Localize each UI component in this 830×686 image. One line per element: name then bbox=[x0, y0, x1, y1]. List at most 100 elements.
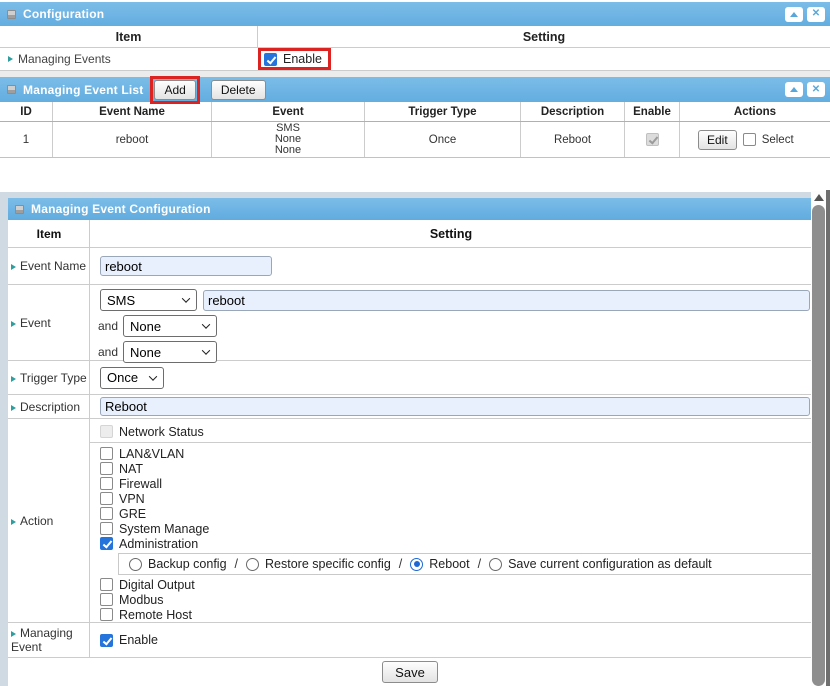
scrollbar-up-button[interactable] bbox=[811, 191, 826, 204]
administration-checkbox[interactable] bbox=[100, 537, 113, 550]
event-row: Event SMS and None bbox=[8, 285, 812, 361]
header-description: Description bbox=[521, 102, 625, 121]
chevron-down-icon bbox=[202, 346, 210, 354]
cell-description: Reboot bbox=[521, 122, 625, 157]
managing-events-row: Managing Events Enable bbox=[0, 48, 830, 71]
panel-configuration: Configuration ✕ Item Setting Managing Ev… bbox=[0, 2, 830, 71]
cell-actions: Edit Select bbox=[680, 122, 830, 157]
nat-checkbox[interactable] bbox=[100, 462, 113, 475]
collapse-arrow-icon bbox=[790, 12, 798, 17]
event-name-label: Event Name bbox=[11, 259, 86, 273]
modbus-checkbox[interactable] bbox=[100, 593, 113, 606]
description-row: Description bbox=[8, 395, 812, 419]
window-buttons: ✕ bbox=[785, 82, 825, 97]
managing-events-label: Managing Events bbox=[0, 48, 258, 70]
row-enable-checkbox bbox=[646, 133, 659, 146]
remote-host-checkbox[interactable] bbox=[100, 608, 113, 621]
cell-id: 1 bbox=[0, 122, 53, 157]
save-current-config-radio[interactable] bbox=[489, 558, 502, 571]
cell-event-name: reboot bbox=[53, 122, 212, 157]
scrollbar-thumb[interactable] bbox=[812, 205, 825, 686]
configuration-title: Configuration bbox=[23, 7, 104, 21]
action-row: Action Network Status LAN&VLAN NAT Firew… bbox=[8, 419, 812, 623]
digital-output-checkbox[interactable] bbox=[100, 578, 113, 591]
configuration-header-bar: Configuration ✕ bbox=[0, 2, 830, 26]
event-list-table-header: ID Event Name Event Trigger Type Descrip… bbox=[0, 102, 830, 122]
header-trigger-type: Trigger Type bbox=[365, 102, 521, 121]
panel-managing-event-list: Managing Event List Add Delete ✕ ID Even… bbox=[0, 77, 830, 158]
managing-event-enable-checkbox[interactable] bbox=[100, 634, 113, 647]
trigger-type-label: Trigger Type bbox=[11, 371, 87, 385]
event-and-select-1[interactable]: None bbox=[123, 315, 217, 337]
event-config-header-bar: Managing Event Configuration bbox=[8, 198, 812, 220]
event-config-title: Managing Event Configuration bbox=[31, 202, 211, 216]
scroll-up-icon bbox=[814, 194, 824, 201]
description-input[interactable] bbox=[100, 397, 810, 416]
arrow-bullet-icon bbox=[11, 631, 16, 637]
save-button[interactable]: Save bbox=[382, 661, 438, 683]
event-name-input[interactable] bbox=[100, 256, 272, 276]
header-enable: Enable bbox=[625, 102, 680, 121]
restore-specific-config-radio[interactable] bbox=[246, 558, 259, 571]
header-id: ID bbox=[0, 102, 53, 121]
cell-event: SMS None None bbox=[212, 122, 365, 157]
system-manage-checkbox[interactable] bbox=[100, 522, 113, 535]
event-list-header-bar: Managing Event List Add Delete ✕ bbox=[0, 77, 830, 102]
header-event: Event bbox=[212, 102, 365, 121]
action-label: Action bbox=[11, 514, 53, 528]
config-table-header: Item Setting bbox=[8, 220, 812, 248]
close-icon[interactable]: ✕ bbox=[807, 7, 825, 22]
cell-trigger-type: Once bbox=[365, 122, 521, 157]
select-checkbox[interactable] bbox=[743, 133, 756, 146]
lan-vlan-checkbox[interactable] bbox=[100, 447, 113, 460]
firewall-checkbox[interactable] bbox=[100, 477, 113, 490]
column-setting: Setting bbox=[258, 26, 830, 47]
panel-square-icon bbox=[7, 10, 16, 19]
panel-square-icon bbox=[15, 205, 24, 214]
event-and-select-2[interactable]: None bbox=[123, 341, 217, 363]
window-buttons: ✕ bbox=[785, 7, 825, 22]
collapse-button[interactable] bbox=[785, 7, 803, 22]
network-status-checkbox bbox=[100, 425, 113, 438]
panel-right-edge bbox=[826, 190, 830, 686]
enable-label: Enable bbox=[283, 52, 322, 66]
collapse-button[interactable] bbox=[785, 82, 803, 97]
cell-enable bbox=[625, 122, 680, 157]
vertical-scrollbar bbox=[811, 191, 826, 686]
arrow-bullet-icon bbox=[11, 405, 16, 411]
managing-event-label: Managing Event bbox=[11, 626, 87, 654]
managing-events-enable-checkbox[interactable] bbox=[264, 53, 277, 66]
trigger-type-row: Trigger Type Once bbox=[8, 361, 812, 395]
event-value-input[interactable] bbox=[203, 290, 810, 311]
arrow-bullet-icon bbox=[11, 264, 16, 270]
edit-button[interactable]: Edit bbox=[698, 130, 737, 150]
add-button[interactable]: Add bbox=[154, 80, 195, 100]
event-type-select[interactable]: SMS bbox=[100, 289, 197, 311]
close-icon[interactable]: ✕ bbox=[807, 82, 825, 97]
event-name-row: Event Name bbox=[8, 248, 812, 285]
screen: Configuration ✕ Item Setting Managing Ev… bbox=[0, 0, 830, 686]
arrow-bullet-icon bbox=[11, 376, 16, 382]
configuration-table-header: Item Setting bbox=[0, 26, 830, 48]
gre-checkbox[interactable] bbox=[100, 507, 113, 520]
reboot-radio[interactable] bbox=[410, 558, 423, 571]
select-label: Select bbox=[762, 134, 794, 146]
chevron-down-icon bbox=[202, 320, 210, 328]
backup-config-radio[interactable] bbox=[129, 558, 142, 571]
arrow-bullet-icon bbox=[8, 56, 13, 62]
event-list-title: Managing Event List bbox=[23, 83, 143, 97]
trigger-type-select[interactable]: Once bbox=[100, 367, 164, 389]
column-item: Item bbox=[8, 220, 90, 247]
highlight-box-add: Add bbox=[150, 76, 199, 104]
arrow-bullet-icon bbox=[11, 519, 16, 525]
header-actions: Actions bbox=[680, 102, 830, 121]
delete-button[interactable]: Delete bbox=[211, 80, 266, 100]
event-label: Event bbox=[11, 316, 51, 330]
highlight-box-enable: Enable bbox=[258, 48, 331, 70]
column-setting: Setting bbox=[90, 220, 812, 247]
chevron-down-icon bbox=[149, 372, 157, 380]
and-label: and bbox=[98, 345, 118, 359]
vpn-checkbox[interactable] bbox=[100, 492, 113, 505]
save-row: Save bbox=[8, 658, 812, 686]
enable-label: Enable bbox=[119, 633, 158, 647]
